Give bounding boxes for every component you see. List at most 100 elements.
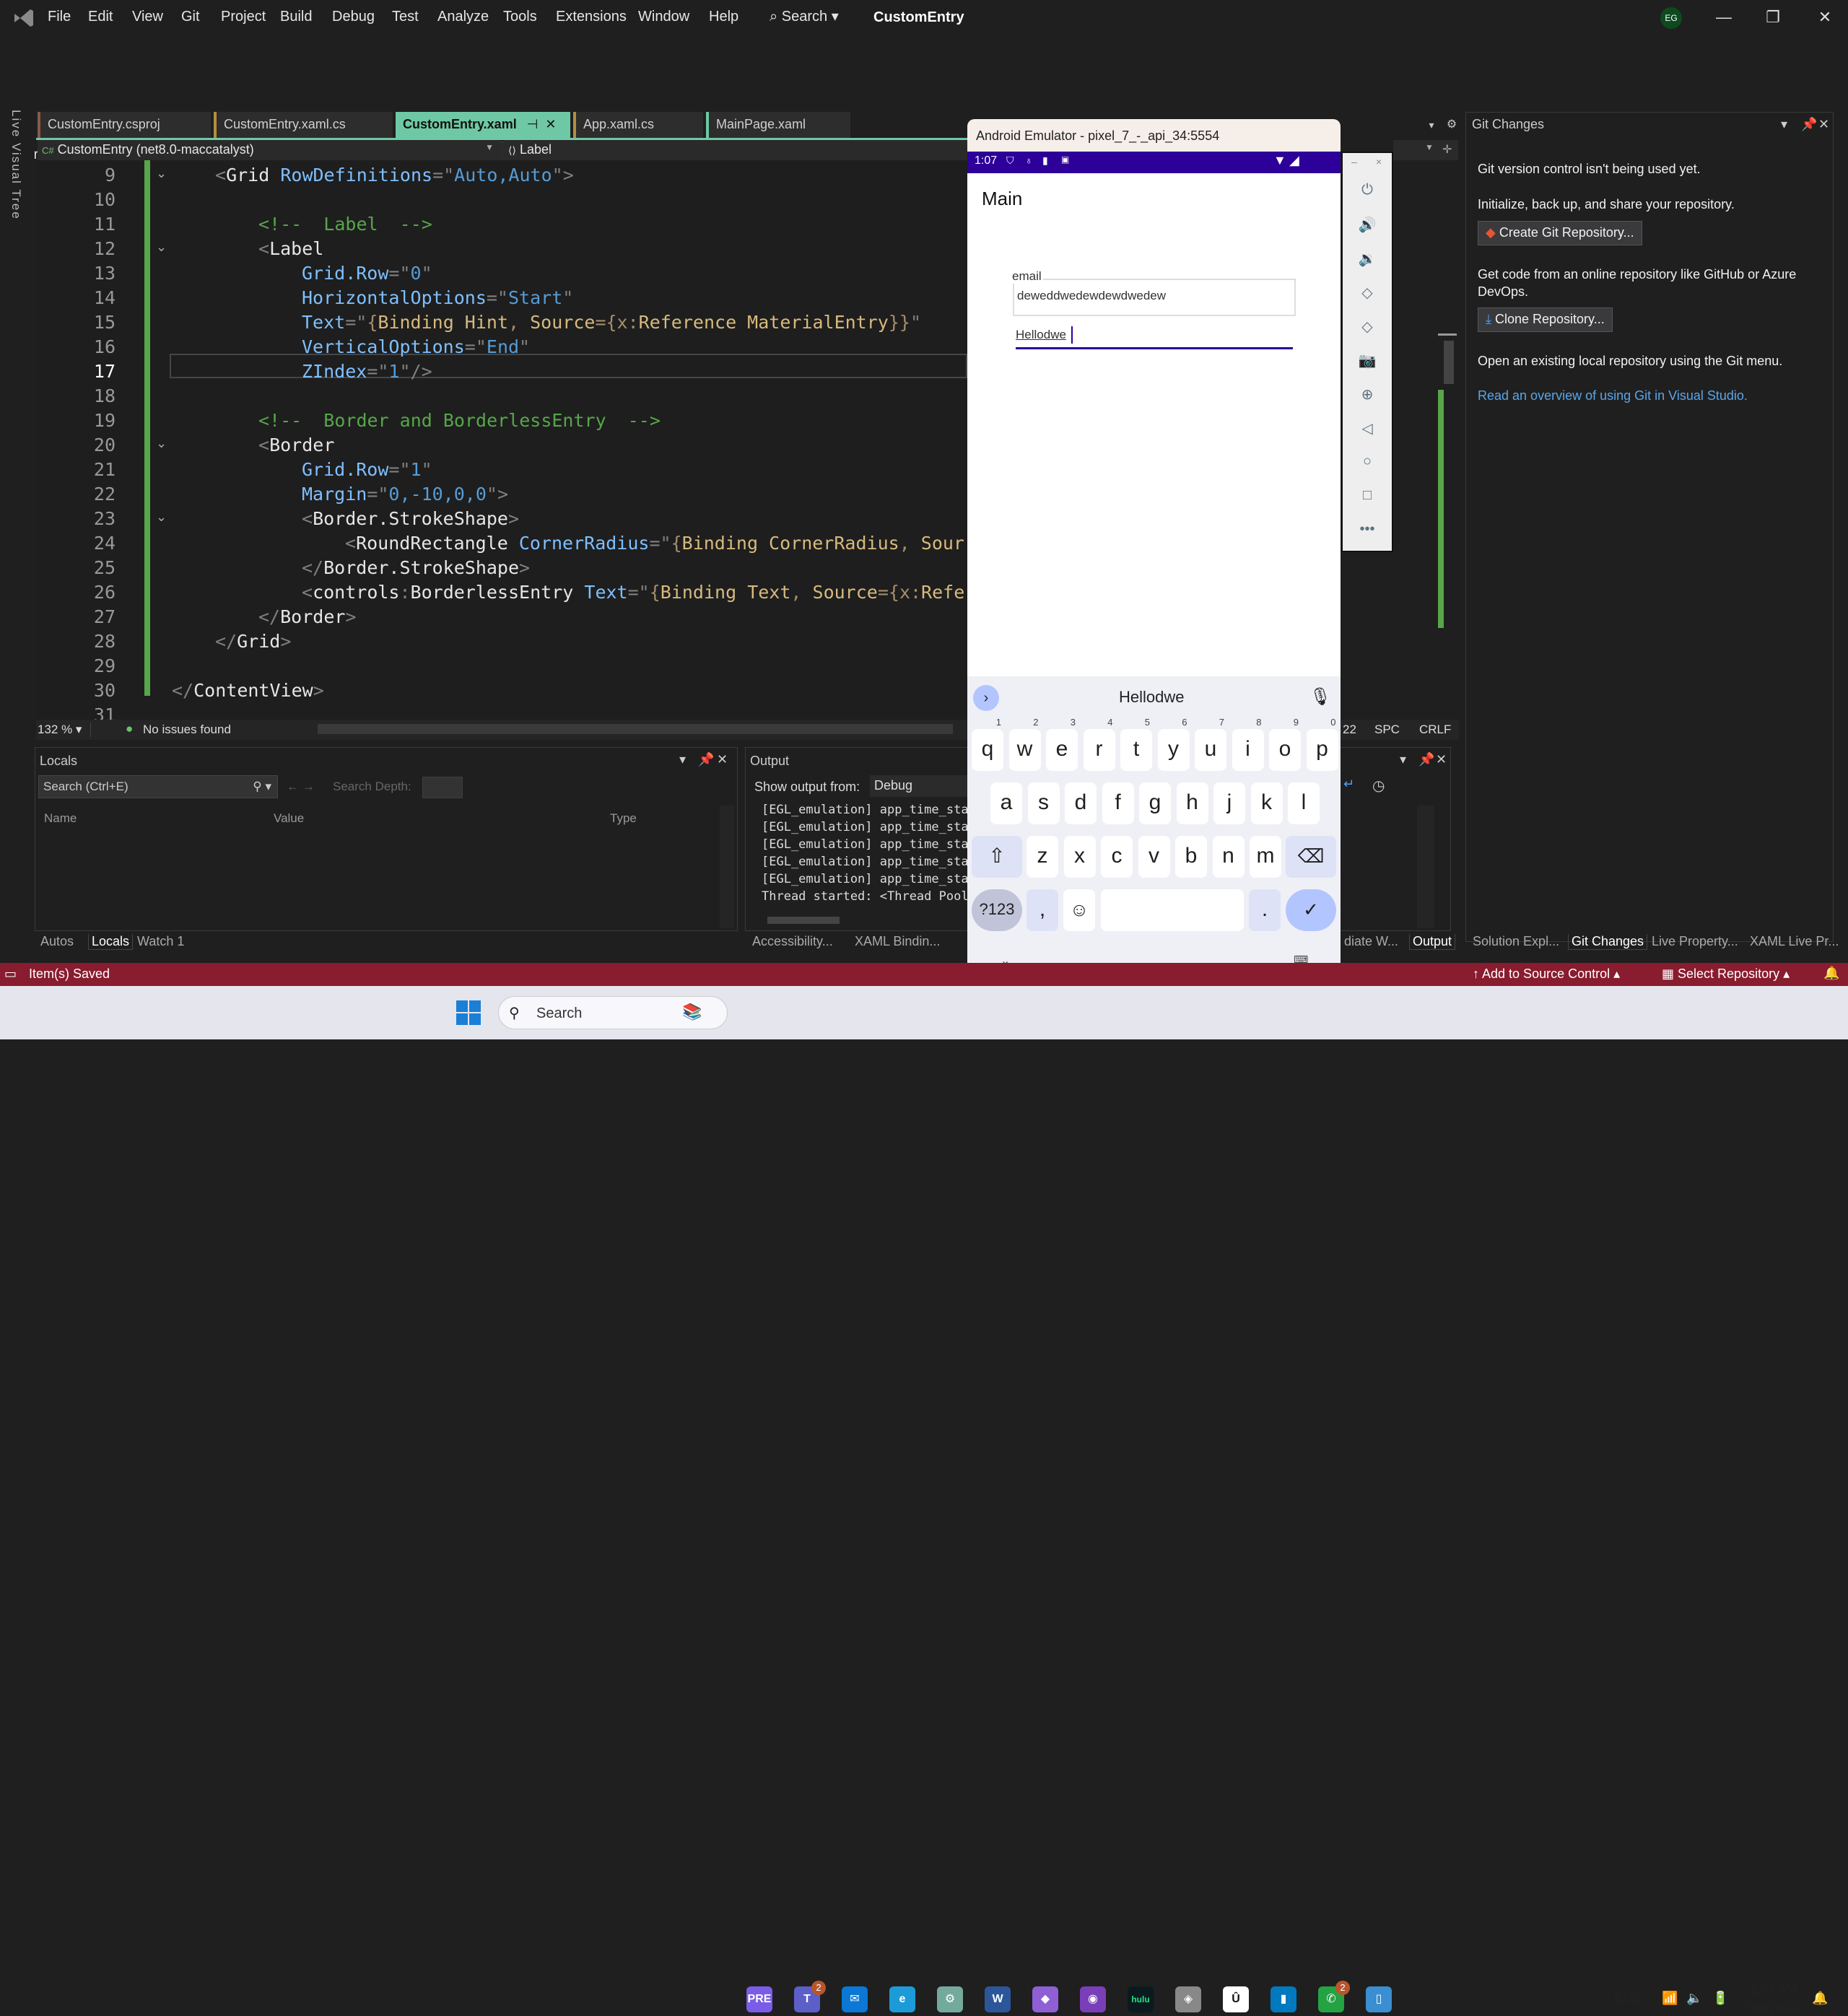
code-line[interactable]: HorizontalOptions="Start"	[302, 287, 573, 308]
menu-item-git[interactable]: Git	[181, 9, 200, 25]
add-to-source-control-button[interactable]: ↑ Add to Source Control ▴	[1473, 966, 1620, 982]
search-depth-dropdown[interactable]	[422, 777, 463, 798]
code-line[interactable]: <!-- Label -->	[258, 214, 432, 235]
key-f[interactable]: f	[1102, 782, 1134, 824]
right-tab-2[interactable]: Live Property...	[1652, 934, 1738, 949]
key-w[interactable]: w2	[1008, 717, 1041, 771]
code-line[interactable]: <Grid RowDefinitions="Auto,Auto">	[215, 165, 574, 186]
pin-tab-icon[interactable]: ⊣	[527, 117, 539, 131]
restore-button[interactable]: ❐	[1758, 6, 1787, 29]
output-hscroll-thumb[interactable]	[767, 917, 840, 924]
panel-menu-icon[interactable]: ▾	[1781, 117, 1787, 132]
clock-time[interactable]: 1:07 AM	[1750, 1982, 1797, 1997]
borderless-entry-value[interactable]: Hellodwe	[1016, 328, 1066, 342]
whitespace-indicator[interactable]: SPC	[1374, 723, 1400, 737]
doc-tab-4[interactable]: MainPage.xaml	[706, 112, 850, 138]
horizontal-scrollbar[interactable]	[318, 724, 953, 734]
menu-item-edit[interactable]: Edit	[88, 9, 113, 25]
code-line[interactable]: Text="{Binding Hint, Source={x:Reference…	[302, 312, 921, 333]
notification-bell-icon[interactable]: 🔔	[1812, 1991, 1828, 2006]
clock-date[interactable]: 5/9/2024	[1747, 2001, 1797, 2016]
taskbar-app-emulator[interactable]: ▯	[1366, 1986, 1392, 2012]
taskbar-app-trello[interactable]: ▮	[1270, 1986, 1296, 2012]
code-line[interactable]: ZIndex="1"/>	[302, 361, 432, 382]
live-visual-tree-tab[interactable]: Live Visual Tree	[9, 110, 23, 220]
key-v[interactable]: v	[1138, 836, 1170, 878]
key-m[interactable]: m	[1250, 836, 1281, 878]
menu-item-view[interactable]: View	[132, 9, 163, 25]
member-nav-dropdown[interactable]: ⟨⟩ Label	[504, 140, 967, 160]
word-wrap-icon[interactable]: ↵	[1343, 777, 1354, 792]
right-tab-1[interactable]: Git Changes	[1568, 934, 1648, 950]
right-tab-0[interactable]: Solution Expl...	[1473, 934, 1559, 949]
clock-icon[interactable]: ◷	[1372, 777, 1385, 795]
column-header-type[interactable]: Type	[610, 811, 637, 826]
locals-search-input[interactable]: Search (Ctrl+E) ⚲ ▾	[38, 775, 278, 798]
output-source-dropdown[interactable]: Debug	[870, 775, 971, 797]
key-q[interactable]: q1	[972, 717, 1003, 771]
close-panel-icon[interactable]: ✕	[717, 752, 728, 767]
battery-icon[interactable]: 🔋	[1712, 1991, 1728, 2006]
close-button[interactable]: ✕	[1810, 6, 1839, 29]
key-o[interactable]: o9	[1269, 717, 1301, 771]
key-k[interactable]: k	[1250, 782, 1283, 824]
git-overview-link[interactable]: Read an overview of using Git in Visual …	[1478, 387, 1748, 404]
enter-key[interactable]: ✓	[1286, 889, 1336, 931]
menu-item-file[interactable]: File	[48, 9, 71, 25]
doc-tab-3[interactable]: App.xaml.cs	[573, 112, 703, 138]
code-line[interactable]: Grid.Row="1"	[302, 459, 432, 480]
taskbar-app-edge[interactable]: e	[889, 1986, 915, 2012]
camera-icon[interactable]: 📷	[1343, 352, 1392, 370]
key-z[interactable]: z	[1027, 836, 1058, 878]
menu-item-project[interactable]: Project	[221, 9, 266, 25]
microphone-icon[interactable]: 🎙	[1309, 686, 1331, 707]
key-y[interactable]: y6	[1157, 717, 1190, 771]
emulator-close-icon[interactable]: ×	[1376, 156, 1382, 167]
column-header-value[interactable]: Value	[274, 811, 304, 826]
select-repository-button[interactable]: ▦ Select Repository ▴	[1662, 966, 1790, 982]
code-line[interactable]: <!-- Border and BorderlessEntry -->	[258, 410, 661, 431]
key-x[interactable]: x	[1063, 836, 1096, 878]
tab-overflow-icon[interactable]: ▾	[1422, 115, 1441, 134]
output-tab-2[interactable]: diate W...	[1344, 934, 1398, 949]
column-indicator[interactable]: 22	[1343, 723, 1356, 737]
panel-menu-icon[interactable]: ▾	[679, 752, 686, 767]
key-p[interactable]: p0	[1306, 717, 1338, 771]
overview-icon[interactable]: □	[1343, 487, 1392, 504]
doc-tab-2[interactable]: CustomEntry.xaml ⊣ ✕	[396, 112, 570, 138]
zoom-dropdown[interactable]: 132 % ▾	[38, 723, 92, 737]
menu-item-build[interactable]: Build	[280, 9, 312, 25]
emulator-screen[interactable]: Main deweddwedewdewdwedew email Hellodwe	[967, 173, 1341, 678]
code-line[interactable]: <Border	[258, 435, 334, 455]
key-t[interactable]: t5	[1120, 717, 1152, 771]
chevron-down-icon[interactable]: ▼	[1425, 142, 1434, 152]
backspace-key[interactable]: ⌫	[1286, 836, 1336, 878]
close-tab-icon[interactable]: ✕	[545, 117, 556, 131]
key-a[interactable]: a	[990, 782, 1022, 824]
clone-repository-button[interactable]: ⤓ Clone Repository...	[1478, 307, 1613, 332]
key-n[interactable]: n	[1212, 836, 1245, 878]
output-tab-1[interactable]: XAML Bindin...	[855, 934, 940, 949]
keyboard-suggestion[interactable]: Hellodwe	[1119, 688, 1185, 707]
rotate-left-icon[interactable]: ◇	[1343, 284, 1392, 302]
menu-item-debug[interactable]: Debug	[332, 9, 375, 25]
locals-tab-0[interactable]: Autos	[40, 934, 74, 949]
taskbar-search[interactable]: ⚲ Search 📚	[498, 996, 728, 1029]
taskbar-app-github[interactable]: ◉	[1080, 1986, 1106, 2012]
panel-menu-icon[interactable]: ▾	[1400, 752, 1406, 767]
menu-item-test[interactable]: Test	[392, 9, 419, 25]
search-icon[interactable]: ⚲ ▾	[253, 780, 271, 794]
fold-chevron-icon[interactable]: ⌄	[156, 166, 167, 181]
symbols-key[interactable]: ?123	[972, 889, 1022, 931]
home-icon[interactable]: ○	[1343, 453, 1392, 470]
code-line[interactable]: </Border.StrokeShape>	[302, 557, 530, 578]
code-editor[interactable]	[36, 160, 967, 720]
search-menu[interactable]: ⌕ Search ▾	[770, 7, 839, 25]
code-line[interactable]: VerticalOptions="End"	[302, 336, 530, 357]
search-back-icon[interactable]: ← →	[287, 780, 315, 794]
key-l[interactable]: l	[1288, 782, 1320, 824]
issues-status[interactable]: No issues found	[143, 723, 231, 737]
code-line[interactable]: <controls:BorderlessEntry Text="{Binding…	[302, 582, 964, 603]
key-c[interactable]: c	[1101, 836, 1133, 878]
key-g[interactable]: g	[1139, 782, 1171, 824]
